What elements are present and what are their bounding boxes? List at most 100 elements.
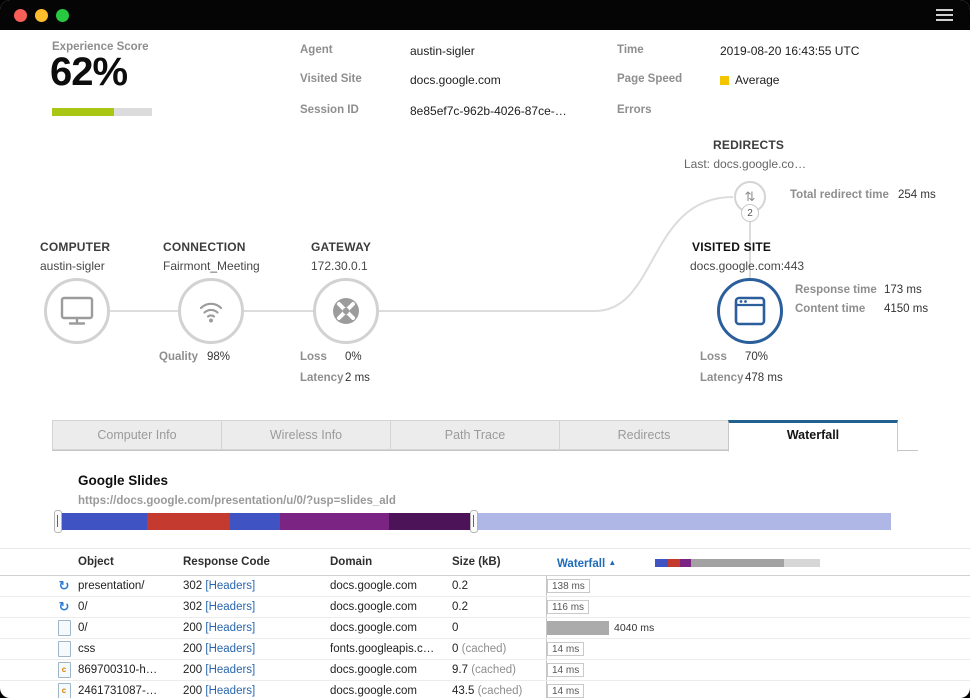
tab-redirects[interactable]: Redirects [559,420,729,450]
object-cell: 869700310-h… [78,660,157,680]
request-time: 138 ms [547,579,590,593]
page-title: Google Slides [78,473,168,488]
network-path-diagram: REDIRECTS Last: docs.google.co… ⇅ 2 Tota… [0,130,970,420]
column-object[interactable]: Object [78,549,114,576]
response-code-cell: 302 [Headers] [183,576,255,596]
response-code-cell: 200 [Headers] [183,639,255,659]
waterfall-overview-slider[interactable] [57,513,891,530]
page-speed-text: Average [735,73,779,87]
status-code: 302 [183,580,202,592]
overview-right-handle[interactable] [470,510,478,533]
window-minimize-button[interactable] [35,9,48,22]
page-speed-value: Average [720,73,779,87]
domain-cell: docs.google.com [330,597,417,617]
column-waterfall[interactable]: Waterfall ▲ [557,549,616,578]
redirect-count-badge: 2 [741,204,759,222]
waterfall-cell: 138 ms [546,576,590,596]
cached-label: (cached) [462,643,507,655]
cached-label: (cached) [471,664,516,676]
cached-label: (cached) [478,685,523,697]
size-value: 43.5 [452,685,474,697]
table-row[interactable]: ↻ presentation/ 302 [Headers] docs.googl… [0,576,970,597]
headers-link[interactable]: [Headers] [205,622,255,634]
domain-cell: docs.google.com [330,618,417,638]
tab-computer-info[interactable]: Computer Info [52,420,222,450]
gateway-node[interactable] [313,278,379,344]
status-code: 200 [183,685,202,697]
visited-site-node[interactable] [717,278,783,344]
page-speed-label: Page Speed [617,73,682,85]
headers-link[interactable]: [Headers] [205,643,255,655]
window-close-button[interactable] [14,9,27,22]
visited-loss-label: Loss [700,351,727,363]
wifi-icon [193,295,229,327]
visited-site-label: Visited Site [300,73,362,85]
redirect-icon: ↻ [57,600,71,614]
headers-link[interactable]: [Headers] [205,664,255,676]
response-code-cell: 302 [Headers] [183,597,255,617]
tab-wireless-info[interactable]: Wireless Info [221,420,391,450]
page-speed-indicator-icon [720,76,729,85]
quality-value: 98% [207,351,230,363]
size-cell: 0 [452,618,458,638]
object-cell: 2461731087-… [78,681,157,698]
sort-asc-icon: ▲ [608,558,616,567]
size-cell: 0 (cached) [452,639,506,659]
page-url: https://docs.google.com/presentation/u/0… [78,495,396,507]
gateway-latency-label: Latency [300,372,343,384]
total-redirect-time-value: 254 ms [898,189,936,201]
redirects-last: Last: docs.google.co… [684,157,806,171]
session-id-label: Session ID [300,104,359,116]
document-file-icon [57,621,71,635]
object-cell: 0/ [78,618,88,638]
request-time: 4040 ms [614,622,654,634]
computer-node[interactable] [44,278,110,344]
tab-path-trace[interactable]: Path Trace [390,420,560,450]
size-value: 0 [452,643,458,655]
gateway-latency-value: 2 ms [345,372,370,384]
overview-left-handle[interactable] [54,510,62,533]
waterfall-table: ↻ presentation/ 302 [Headers] docs.googl… [0,576,970,698]
table-row[interactable]: css 200 [Headers] fonts.googleapis.c… 0 … [0,639,970,660]
size-cell: 43.5 (cached) [452,681,522,698]
app-window: Experience Score 62% Agent austin-sigler… [0,0,970,698]
computer-node-subtitle: austin-sigler [40,259,105,273]
gateway-loss-label: Loss [300,351,327,363]
waterfall-cell: 116 ms [546,597,589,617]
column-size[interactable]: Size (kB) [452,549,501,576]
file-letter: c [62,687,66,695]
script-file-icon: c [57,684,71,698]
column-waterfall-label: Waterfall [557,558,605,570]
window-zoom-button[interactable] [56,9,69,22]
visited-site-node-title: VISITED SITE [692,240,771,254]
total-redirect-time-label: Total redirect time [790,189,889,201]
headers-link[interactable]: [Headers] [205,685,255,697]
response-time-label: Response time [795,284,877,296]
visited-loss-value: 70% [745,351,768,363]
connection-node[interactable] [178,278,244,344]
session-id-value: 8e85ef7c-962b-4026-87ce-… [410,104,567,118]
status-code: 200 [183,622,202,634]
domain-cell: docs.google.com [330,576,417,596]
table-row[interactable]: 0/ 200 [Headers] docs.google.com 0 4040 … [0,618,970,639]
tab-waterfall[interactable]: Waterfall [728,420,898,452]
request-time: 14 ms [547,684,584,698]
column-response-code[interactable]: Response Code [183,549,270,576]
size-cell: 9.7 (cached) [452,660,516,680]
headers-link[interactable]: [Headers] [205,601,255,613]
column-domain[interactable]: Domain [330,549,372,576]
table-row[interactable]: c 869700310-h… 200 [Headers] docs.google… [0,660,970,681]
table-row[interactable]: ↻ 0/ 302 [Headers] docs.google.com 0.2 1… [0,597,970,618]
experience-score-fill [52,108,114,116]
table-row[interactable]: c 2461731087-… 200 [Headers] docs.google… [0,681,970,698]
domain-cell: fonts.googleapis.c… [330,639,434,659]
response-time-value: 173 ms [884,284,922,296]
menu-icon[interactable] [933,6,956,24]
waterfall-bar [547,621,609,635]
visited-site-node-subtitle: docs.google.com:443 [690,259,804,273]
time-label: Time [617,44,644,56]
status-code: 200 [183,643,202,655]
monitor-icon [59,295,95,327]
object-cell: css [78,639,95,659]
headers-link[interactable]: [Headers] [205,580,255,592]
